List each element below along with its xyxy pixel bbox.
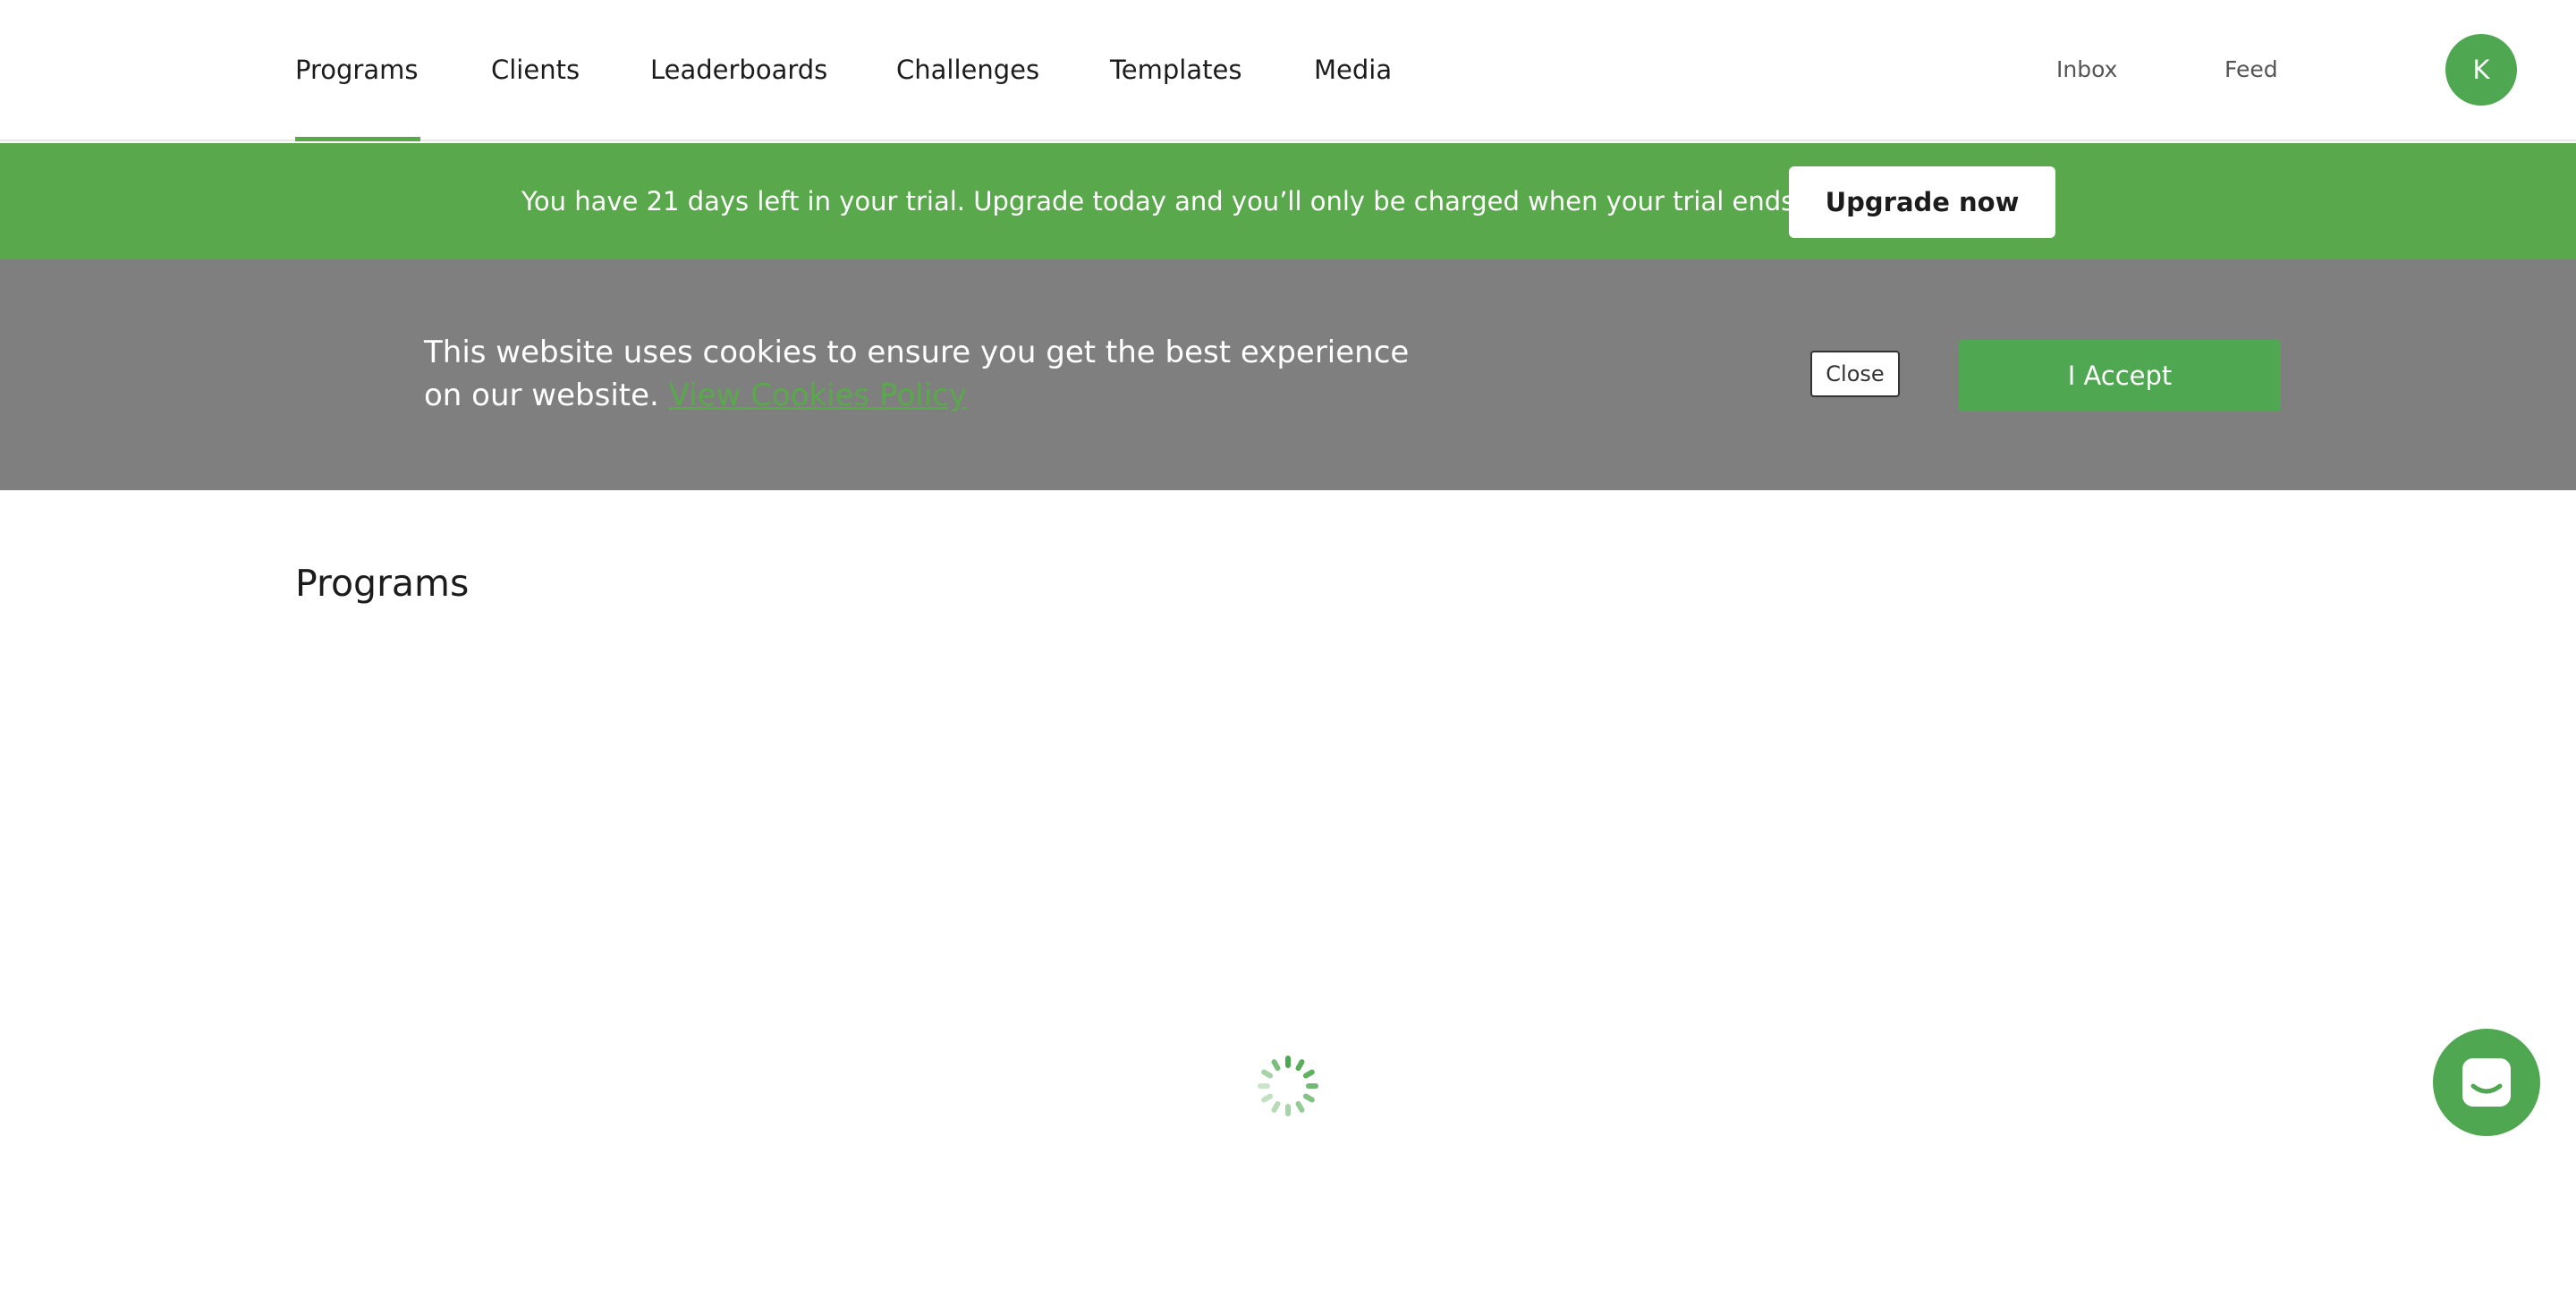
chat-launcher-button[interactable] [2433, 1029, 2540, 1136]
cookie-accept-button[interactable]: I Accept [1959, 340, 2281, 411]
spinner-icon [1256, 1054, 1320, 1118]
nav-templates[interactable]: Templates [1110, 50, 1241, 89]
nav-clients[interactable]: Clients [491, 50, 580, 89]
chat-icon [2462, 1058, 2511, 1107]
avatar[interactable]: K [2445, 34, 2517, 106]
cookie-banner: This website uses cookies to ensure you … [0, 259, 2576, 490]
trial-message: You have 21 days left in your trial. Upg… [521, 186, 1803, 216]
upgrade-now-button[interactable]: Upgrade now [1789, 166, 2055, 238]
nav-challenges[interactable]: Challenges [896, 50, 1039, 89]
trial-banner: You have 21 days left in your trial. Upg… [0, 143, 2576, 259]
top-nav: Programs Clients Leaderboards Challenges… [0, 0, 2576, 141]
nav-media[interactable]: Media [1314, 50, 1392, 89]
nav-programs[interactable]: Programs [295, 50, 418, 89]
nav-feed[interactable]: Feed [2224, 52, 2278, 88]
cookie-message: This website uses cookies to ensure you … [424, 331, 1435, 417]
cookie-policy-link[interactable]: View Cookies Policy [669, 378, 967, 413]
nav-inbox[interactable]: Inbox [2056, 52, 2117, 88]
active-tab-indicator [295, 137, 420, 141]
nav-leaderboards[interactable]: Leaderboards [650, 50, 827, 89]
page-title: Programs [295, 562, 470, 605]
cookie-close-button[interactable]: Close [1810, 351, 1900, 397]
